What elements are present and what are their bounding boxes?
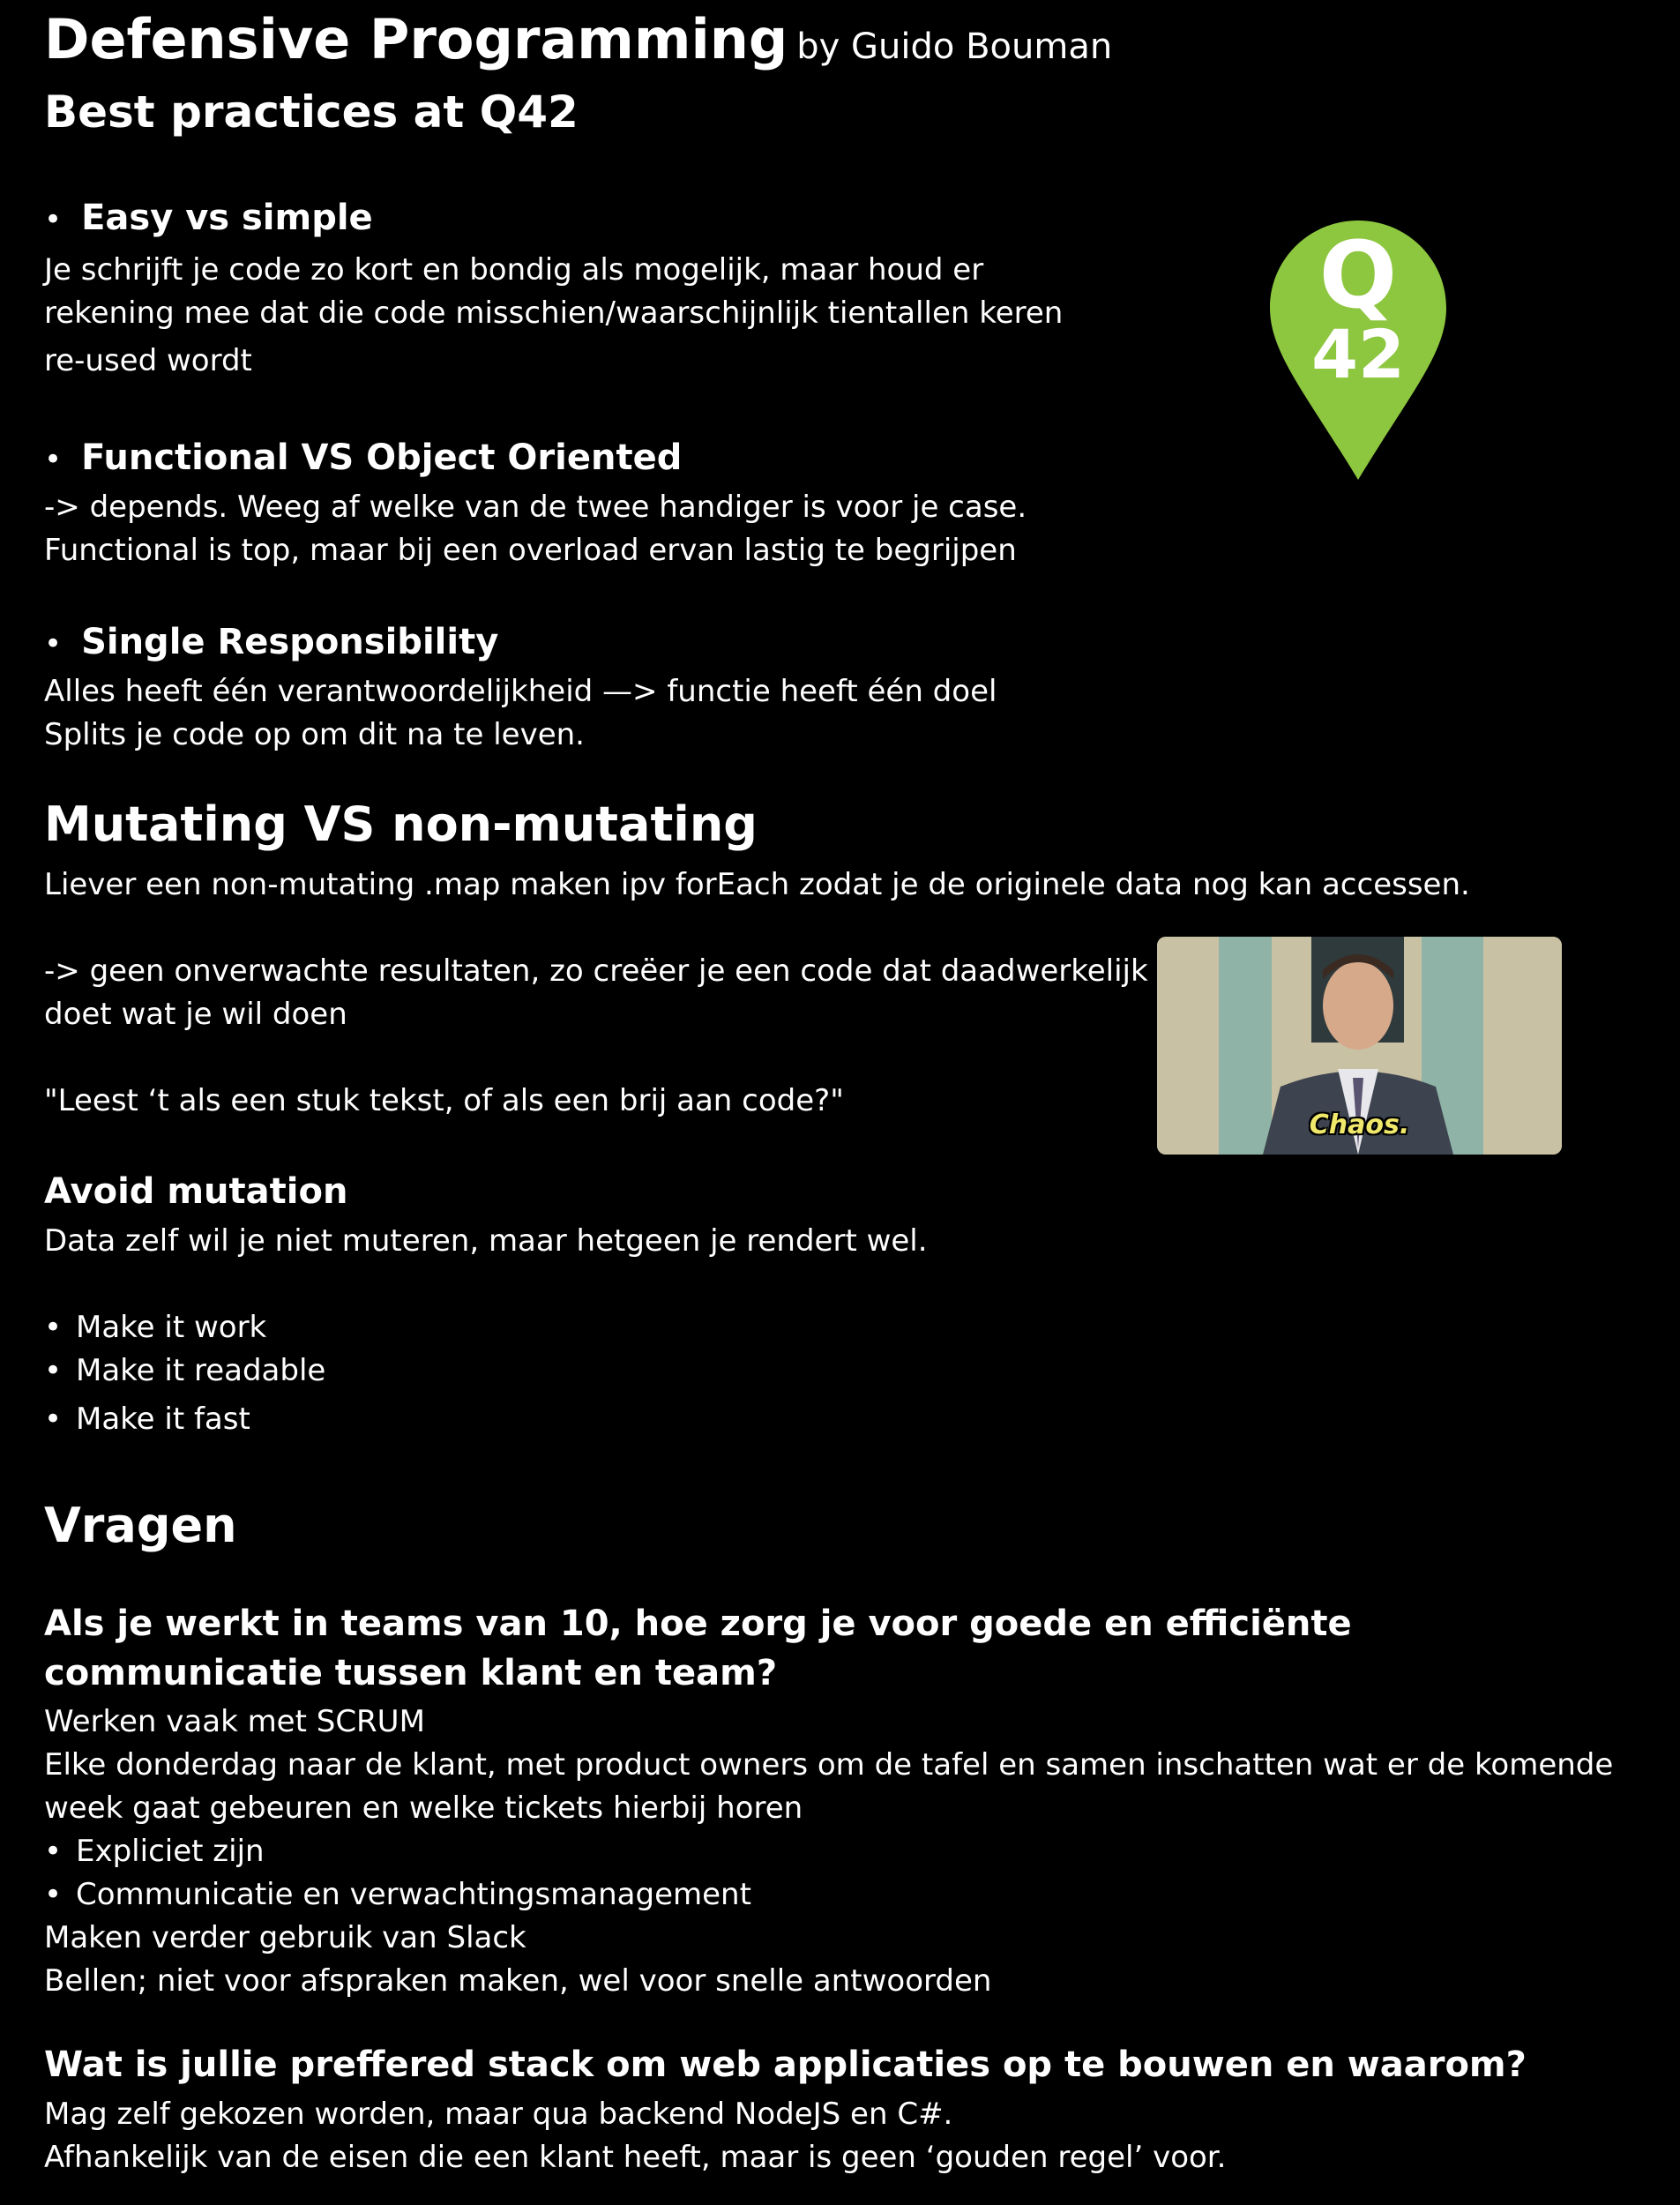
- functional-heading: • Functional VS Object Oriented: [44, 437, 682, 478]
- single-line: Alles heeft één verantwoordelijkheid —> …: [44, 674, 997, 709]
- bullet: •: [44, 202, 63, 237]
- page-subtitle: Best practices at Q42: [44, 86, 579, 138]
- functional-line: Functional is top, maar bij een overload…: [44, 533, 1017, 568]
- answer-2: Mag zelf gekozen worden, maar qua backen…: [44, 2093, 1226, 2179]
- list-item-text: Make it readable: [76, 1353, 326, 1388]
- list-item-text: Make it fast: [76, 1401, 250, 1437]
- answer-line: Maken verder gebruik van Slack: [44, 1920, 526, 1955]
- question-1: Als je werkt in teams van 10, hoe zorg j…: [44, 1603, 1352, 1693]
- functional-body: -> depends. Weeg af welke van de twee ha…: [44, 486, 1027, 572]
- functional-line: -> depends. Weeg af welke van de twee ha…: [44, 490, 1027, 525]
- easy-heading-text: Easy vs simple: [81, 198, 373, 238]
- mutating-line: Liever een non-mutating .map maken ipv f…: [44, 867, 1470, 902]
- answer-line: Afhankelijk van de eisen die een klant h…: [44, 2140, 1227, 2175]
- easy-heading: • Easy vs simple: [44, 198, 373, 238]
- bullet: •: [44, 1310, 63, 1345]
- avoid-list: • Make it work • Make it readable • Make it…: [44, 1306, 325, 1441]
- question-2: Wat is jullie preffered stack om web app…: [44, 2044, 1527, 2085]
- easy-line: re-used wordt: [44, 343, 252, 378]
- mutating-heading: Mutating VS non-mutating: [44, 796, 758, 852]
- answer-line: Bellen; niet voor afspraken maken, wel v…: [44, 1963, 992, 1999]
- avoid-line: Data zelf wil je niet muteren, maar hetg…: [44, 1223, 928, 1259]
- bullet: •: [44, 1353, 63, 1388]
- logo-letter: Q: [1319, 221, 1397, 329]
- easy-line: rekening mee dat die code misschien/waar…: [44, 295, 1064, 331]
- list-item: • Expliciet zijn: [44, 1830, 1613, 1873]
- bullet: •: [44, 442, 63, 477]
- answer-1: Werken vaak met SCRUM Elke donderdag naa…: [44, 1700, 1613, 2003]
- list-item: • Make it fast: [44, 1398, 325, 1441]
- mutating-line: -> geen onverwachte resultaten, zo creëe…: [44, 953, 1148, 989]
- byline: by Guido Bouman: [796, 26, 1113, 67]
- easy-body: Je schrijft je code zo kort en bondig al…: [44, 249, 1063, 383]
- list-item: • Communicatie en verwachtingsmanagement: [44, 1873, 1613, 1917]
- bullet: •: [44, 1834, 63, 1869]
- logo-number: 42: [1311, 315, 1405, 393]
- single-body: Alles heeft één verantwoordelijkheid —> …: [44, 670, 997, 757]
- list-item: • Make it work: [44, 1306, 325, 1349]
- single-heading: • Single Responsibility: [44, 622, 498, 662]
- list-item: • Make it readable: [44, 1349, 325, 1393]
- answer-line: week gaat gebeuren en welke tickets hier…: [44, 1790, 803, 1826]
- easy-line: Je schrijft je code zo kort en bondig al…: [44, 252, 984, 288]
- q42-logo: Q 42: [1270, 220, 1446, 485]
- chaos-gif: Chaos.: [1157, 937, 1562, 1155]
- bullet: •: [44, 1877, 63, 1912]
- mutating-line: doet wat je wil doen: [44, 997, 347, 1032]
- single-line: Splits je code op om dit na te leven.: [44, 717, 585, 752]
- vragen-heading: Vragen: [44, 1498, 237, 1553]
- list-item-text: Expliciet zijn: [76, 1834, 265, 1869]
- bullet: •: [44, 626, 63, 662]
- answer-line: Elke donderdag naar de klant, met produc…: [44, 1747, 1614, 1783]
- mutating-quote: "Leest ‘t als een stuk tekst, of als een…: [44, 1083, 844, 1118]
- list-item-text: Communicatie en verwachtingsmanagement: [76, 1877, 751, 1912]
- page-title: Defensive Programming by Guido Bouman: [44, 7, 1112, 71]
- answer-line: Mag zelf gekozen worden, maar qua backen…: [44, 2097, 953, 2132]
- answer-line: Werken vaak met SCRUM: [44, 1704, 425, 1739]
- avoid-heading: Avoid mutation: [44, 1171, 348, 1212]
- bullet: •: [44, 1401, 63, 1437]
- gif-caption: Chaos.: [1309, 1110, 1410, 1140]
- title-text: Defensive Programming: [44, 7, 788, 71]
- mutating-body: -> geen onverwachte resultaten, zo creëe…: [44, 950, 1148, 1036]
- single-heading-text: Single Responsibility: [81, 622, 499, 662]
- list-item-text: Make it work: [76, 1310, 267, 1345]
- functional-heading-text: Functional VS Object Oriented: [81, 437, 683, 478]
